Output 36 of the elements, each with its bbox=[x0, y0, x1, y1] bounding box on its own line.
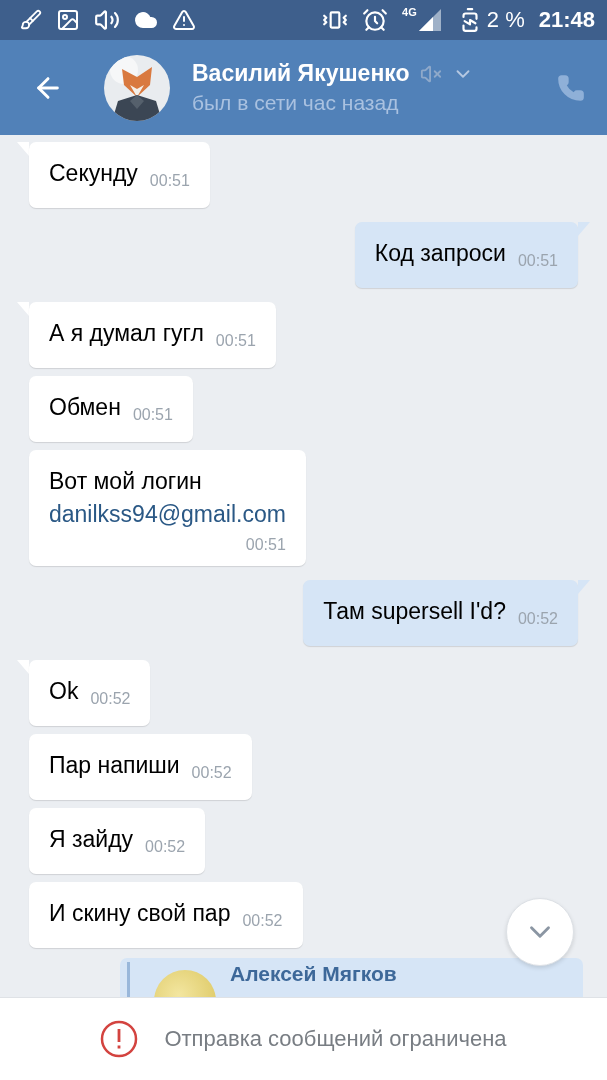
message-time: 00:52 bbox=[242, 912, 283, 930]
message-text: А я думал гугл bbox=[49, 320, 204, 347]
message-time: 00:51 bbox=[517, 252, 558, 270]
battery-percent: 2 % bbox=[486, 7, 525, 33]
restriction-notice: Отправка сообщений ограничена bbox=[164, 1026, 507, 1052]
message-time: 00:51 bbox=[132, 406, 173, 424]
author-name: Алексей Мягков bbox=[230, 962, 397, 987]
alert-icon bbox=[100, 1020, 139, 1058]
message-text: Код запроси bbox=[374, 240, 506, 267]
image-icon bbox=[56, 8, 80, 32]
network-type: 4G bbox=[402, 6, 417, 18]
message-text: Вот мой логин bbox=[49, 468, 203, 495]
message-text: Ok bbox=[49, 678, 79, 705]
brush-icon bbox=[20, 9, 42, 31]
alarm-icon bbox=[362, 7, 389, 33]
clock: 21:48 bbox=[538, 7, 595, 33]
message-text: И скину свой пар bbox=[49, 900, 231, 927]
message-time: 00:52 bbox=[145, 838, 186, 856]
message-time: 00:51 bbox=[149, 172, 190, 190]
volume-icon bbox=[94, 7, 120, 33]
last-seen: был в сети час назад bbox=[192, 91, 400, 115]
message-time: 00:52 bbox=[517, 610, 558, 628]
phone-icon[interactable] bbox=[557, 73, 585, 102]
message-text: Пар напиши bbox=[49, 752, 180, 779]
message-text: Я зайду bbox=[49, 826, 134, 853]
warning-icon bbox=[172, 8, 196, 32]
message-time: 00:51 bbox=[245, 536, 286, 554]
message-text: Там supersell I'd? bbox=[323, 598, 506, 625]
email-link[interactable]: danilkss94@gmail.com bbox=[49, 501, 286, 528]
message-text: Обмен bbox=[49, 394, 121, 421]
contact-name: Василий Якушенко bbox=[192, 60, 410, 87]
message-text: Секунду bbox=[49, 160, 138, 187]
message-time: 00:52 bbox=[90, 690, 131, 708]
scroll-down-button[interactable] bbox=[506, 898, 574, 966]
message-time: 00:51 bbox=[215, 332, 256, 350]
message-time: 00:52 bbox=[191, 764, 232, 782]
